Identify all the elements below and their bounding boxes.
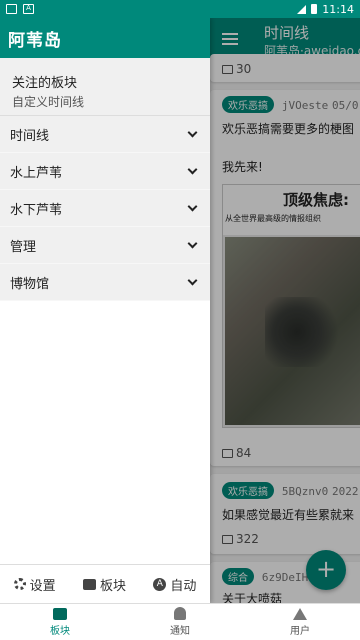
auto-theme-button[interactable]: A 自动 <box>153 575 196 594</box>
chevron-down-icon <box>187 238 198 248</box>
boards-button[interactable]: 板块 <box>82 575 126 594</box>
home-icon <box>293 607 307 620</box>
nav-item-above-water[interactable]: 水上芦苇 <box>0 153 210 190</box>
drawer-footer: 设置 板块 A 自动 <box>0 564 210 603</box>
bell-icon <box>174 607 186 620</box>
tab-boards[interactable]: 板块 <box>0 604 120 640</box>
chevron-down-icon <box>187 127 198 137</box>
battery-icon <box>311 4 318 14</box>
nav-item-underwater[interactable]: 水下芦苇 <box>0 190 210 227</box>
followed-boards-subtitle: 自定义时间线 <box>12 95 85 109</box>
chevron-down-icon <box>187 275 198 285</box>
tab-user[interactable]: 用户 <box>240 604 360 640</box>
chevron-down-icon <box>187 201 198 211</box>
followed-boards-title: 关注的板块 <box>12 76 78 91</box>
drawer-header: 阿苇岛 <box>0 18 210 58</box>
image-notification-icon <box>6 4 17 14</box>
nav-item-timeline[interactable]: 时间线 <box>0 116 210 153</box>
bottom-navigation: 板块 通知 用户 <box>0 603 360 640</box>
forum-icon <box>53 607 67 620</box>
navigation-drawer: 阿苇岛 关注的板块 自定义时间线 时间线 水上芦苇 水下芦苇 管理 博物馆 设置… <box>0 18 210 603</box>
chat-icon <box>82 578 96 590</box>
status-bar: A 11:14 <box>0 0 360 18</box>
tab-notifications[interactable]: 通知 <box>120 604 240 640</box>
gear-icon <box>13 578 26 590</box>
text-notification-icon: A <box>23 4 34 14</box>
status-time: 11:14 <box>322 2 354 16</box>
auto-mode-icon: A <box>153 577 167 591</box>
chevron-down-icon <box>187 164 198 174</box>
nav-item-management[interactable]: 管理 <box>0 227 210 264</box>
app-logo: 阿苇岛 <box>8 31 62 51</box>
signal-icon <box>297 4 307 14</box>
settings-button[interactable]: 设置 <box>13 575 56 594</box>
nav-item-museum[interactable]: 博物馆 <box>0 264 210 301</box>
followed-boards-item[interactable]: 关注的板块 自定义时间线 <box>0 58 210 116</box>
